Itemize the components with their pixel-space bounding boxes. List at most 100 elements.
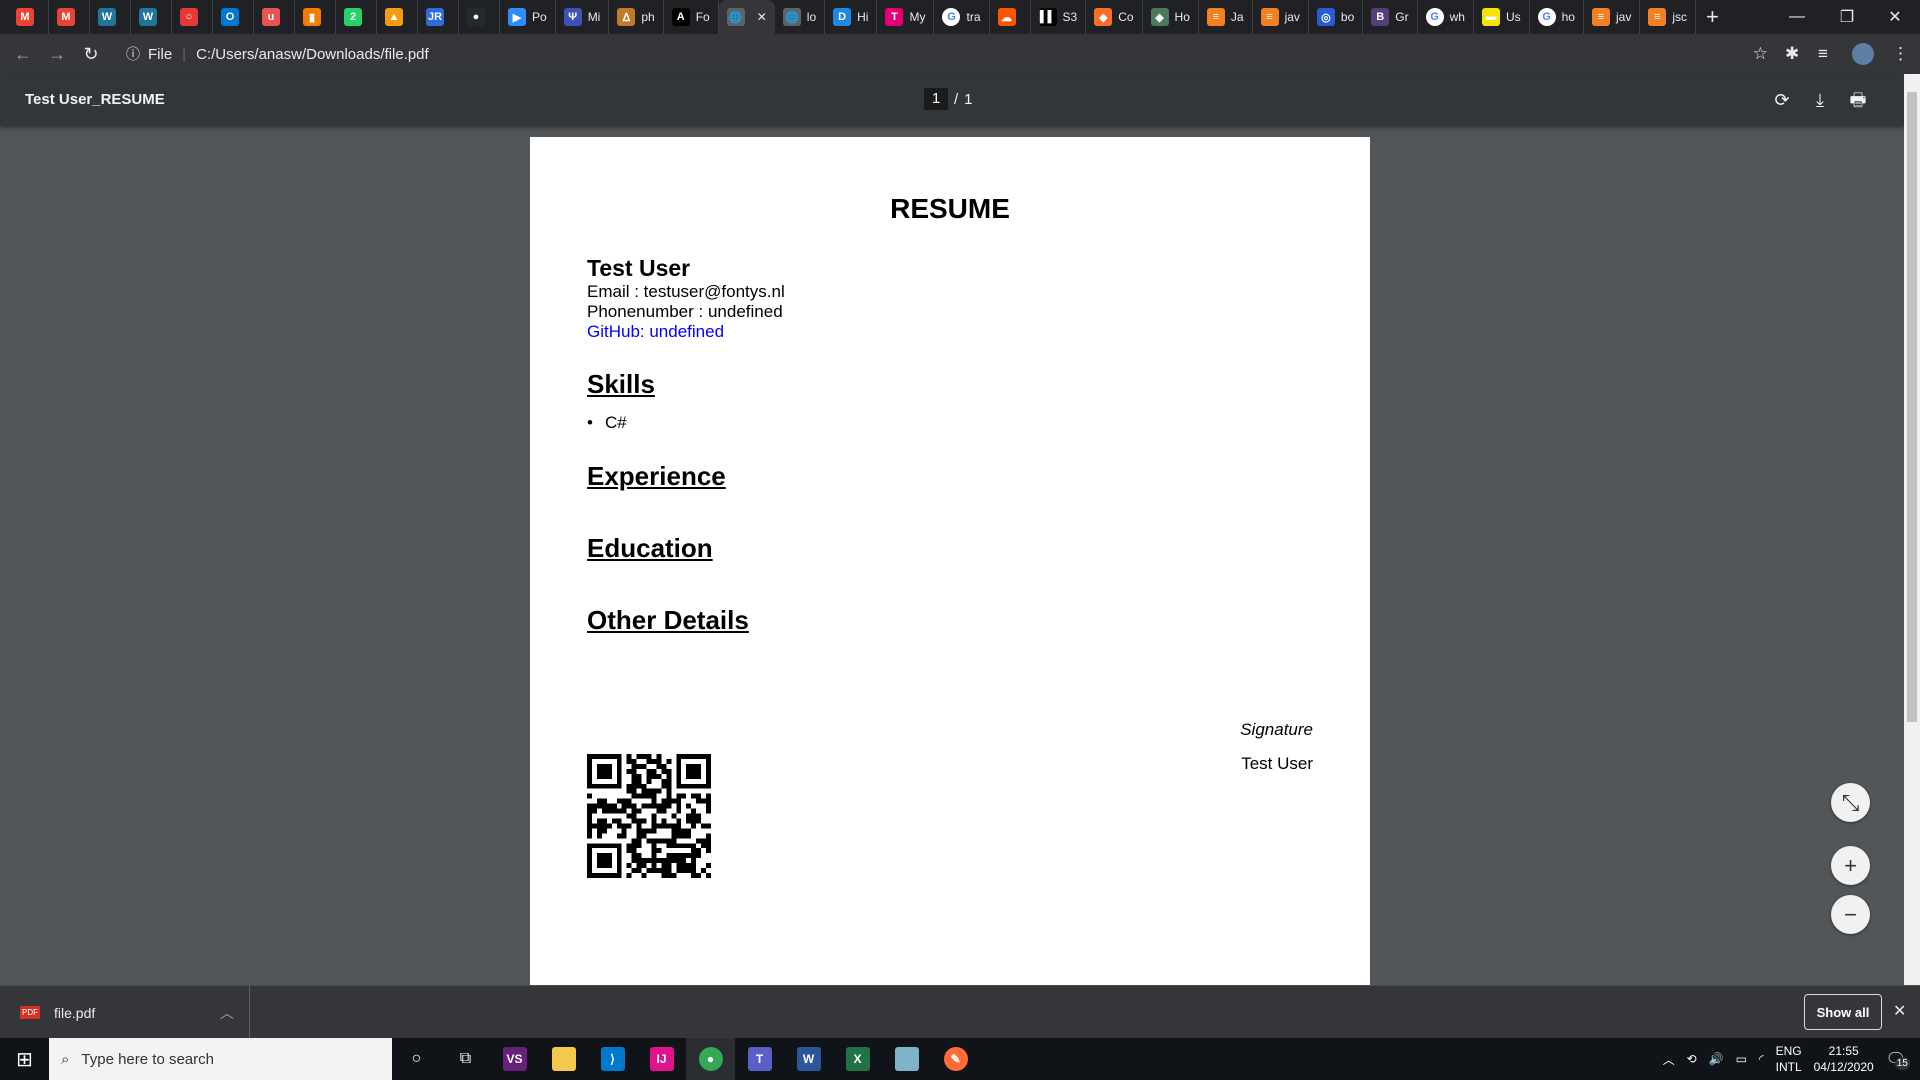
battery-icon[interactable]: ▭ bbox=[1736, 1052, 1747, 1066]
page-number-input[interactable]: 1 bbox=[924, 88, 948, 110]
browser-tab[interactable]: Gtra bbox=[934, 0, 990, 34]
lang-line-2: INTL bbox=[1775, 1060, 1802, 1074]
browser-tab[interactable]: ≡ jav bbox=[1253, 0, 1309, 34]
info-icon[interactable]: ⓘ bbox=[126, 44, 140, 64]
github-link[interactable]: GitHub: undefined bbox=[587, 322, 724, 342]
cortana-icon[interactable]: ○ bbox=[392, 1038, 441, 1080]
browser-tab[interactable]: M bbox=[49, 0, 90, 34]
minimize-button[interactable]: — bbox=[1774, 0, 1820, 34]
browser-tab[interactable]: ▲ bbox=[377, 0, 418, 34]
chrome-icon[interactable]: ● bbox=[686, 1038, 735, 1080]
scrollbar[interactable] bbox=[1904, 74, 1920, 985]
windows-start-icon[interactable]: ⊞ bbox=[0, 1047, 49, 1072]
browser-tab[interactable]: JR bbox=[418, 0, 459, 34]
download-item[interactable]: PDF file.pdf ︿ bbox=[0, 986, 250, 1039]
volume-icon[interactable]: 🔊 bbox=[1709, 1052, 1724, 1066]
close-tab-icon[interactable]: ✕ bbox=[757, 10, 767, 24]
browser-tab[interactable]: ◈ Ho bbox=[1143, 0, 1199, 34]
browser-tab[interactable]: ○ bbox=[172, 0, 213, 34]
browser-tab[interactable]: ▮ bbox=[295, 0, 336, 34]
download-filename: file.pdf bbox=[54, 1004, 96, 1021]
file-explorer-icon[interactable] bbox=[539, 1038, 588, 1080]
new-tab-button[interactable]: + bbox=[1696, 4, 1729, 30]
tab-label: jav bbox=[1615, 10, 1632, 24]
browser-tab[interactable]: ☁ bbox=[990, 0, 1031, 34]
sync-icon[interactable]: ⟲ bbox=[1687, 1052, 1697, 1066]
word-icon[interactable]: W bbox=[784, 1038, 833, 1080]
close-downloads-icon[interactable]: ✕ bbox=[1893, 1001, 1906, 1021]
zoom-in-button[interactable]: + bbox=[1831, 846, 1870, 885]
browser-tab[interactable]: ◎ bo bbox=[1309, 0, 1364, 34]
browser-tab[interactable]: Ψ Mi bbox=[556, 0, 610, 34]
browser-tab[interactable]: ▶ Po bbox=[500, 0, 556, 34]
notification-icon[interactable]: 🗨15 bbox=[1886, 1049, 1910, 1070]
chevron-up-icon[interactable]: ︿ bbox=[1663, 1051, 1675, 1068]
vscode-icon[interactable]: ⟩ bbox=[588, 1038, 637, 1080]
stackoverflow-icon: ≡ bbox=[1206, 8, 1225, 26]
chevron-up-icon[interactable]: ︿ bbox=[220, 1003, 234, 1023]
browser-tab[interactable]: ▌▌ S3 bbox=[1031, 0, 1087, 34]
browser-tab[interactable]: ≡ jsc bbox=[1640, 0, 1696, 34]
back-button[interactable]: ← bbox=[6, 44, 40, 65]
browser-tab[interactable]: ≡ Ja bbox=[1199, 0, 1253, 34]
browser-tab[interactable]: ● bbox=[459, 0, 500, 34]
reading-list-icon[interactable]: ≡ bbox=[1818, 44, 1828, 64]
restore-button[interactable]: ❐ bbox=[1824, 0, 1870, 34]
forward-button[interactable]: → bbox=[40, 44, 74, 65]
taskbar-search-input[interactable]: ⌕ Type here to search bbox=[49, 1038, 392, 1080]
browser-tab[interactable]: M bbox=[8, 0, 49, 34]
show-all-button[interactable]: Show all bbox=[1804, 994, 1882, 1030]
telekom-icon: T bbox=[885, 8, 904, 26]
postman-icon[interactable]: ✎ bbox=[931, 1038, 980, 1080]
browser-tab[interactable]: 🌐 lo bbox=[775, 0, 826, 34]
scrollbar-thumb[interactable] bbox=[1907, 92, 1917, 722]
clock[interactable]: 21:55 04/12/2020 bbox=[1814, 1043, 1874, 1075]
yellow-icon: ▬ bbox=[1481, 8, 1500, 26]
notes-icon[interactable] bbox=[882, 1038, 931, 1080]
udemy-icon: u bbox=[262, 8, 280, 26]
close-window-button[interactable]: ✕ bbox=[1872, 0, 1918, 34]
print-icon[interactable]: 🖶 bbox=[1844, 86, 1872, 114]
browser-tab[interactable]: Gho bbox=[1530, 0, 1584, 34]
visual-studio-icon[interactable]: VS bbox=[490, 1038, 539, 1080]
reload-button[interactable]: ↻ bbox=[74, 44, 108, 65]
page-indicator: 1 / 1 bbox=[924, 88, 973, 110]
browser-tab[interactable]: ≡ jav bbox=[1584, 0, 1641, 34]
intellij-icon[interactable]: IJ bbox=[637, 1038, 686, 1080]
excel-icon[interactable]: X bbox=[833, 1038, 882, 1080]
wordpress-icon: W bbox=[98, 8, 116, 26]
extensions-icon[interactable]: ✱ bbox=[1785, 44, 1799, 64]
language-indicator[interactable]: ENG INTL bbox=[1776, 1043, 1802, 1075]
resume-heading: RESUME bbox=[890, 193, 1010, 224]
teams-icon[interactable]: T bbox=[735, 1038, 784, 1080]
stackoverflow-icon: ≡ bbox=[1260, 8, 1279, 26]
browser-tab[interactable]: 2 bbox=[336, 0, 377, 34]
browser-tab[interactable]: W bbox=[131, 0, 172, 34]
browser-tab[interactable]: A Fo bbox=[664, 0, 719, 34]
browser-tab[interactable]: W bbox=[90, 0, 131, 34]
download-icon[interactable]: ⤓ bbox=[1806, 86, 1834, 114]
fit-page-button[interactable]: ⤡ bbox=[1831, 783, 1870, 822]
clock-date: 04/12/2020 bbox=[1813, 1060, 1874, 1074]
tab-label: Po bbox=[532, 10, 547, 24]
menu-icon[interactable]: ⋮ bbox=[1892, 44, 1909, 64]
browser-tab[interactable]: Gwh bbox=[1418, 0, 1474, 34]
browser-tab[interactable]: ▬ Us bbox=[1474, 0, 1530, 34]
browser-tab[interactable]: ◆ Co bbox=[1086, 0, 1143, 34]
url-input[interactable]: ⓘ File | C:/Users/anasw/Downloads/file.p… bbox=[118, 38, 1778, 70]
browser-tab[interactable]: 🌐 ✕ bbox=[718, 0, 775, 34]
browser-tab[interactable]: u bbox=[254, 0, 295, 34]
browser-tab[interactable]: ᐃ ph bbox=[609, 0, 664, 34]
bookmark-star-icon[interactable]: ☆ bbox=[1753, 44, 1768, 64]
browser-tab[interactable]: T My bbox=[877, 0, 935, 34]
rotate-icon[interactable]: ⟳ bbox=[1768, 86, 1796, 114]
pdf-title: Test User_RESUME bbox=[25, 91, 165, 108]
wifi-icon[interactable]: ◜ bbox=[1759, 1052, 1764, 1066]
browser-tab[interactable]: B Gr bbox=[1363, 0, 1418, 34]
profile-avatar[interactable] bbox=[1852, 43, 1874, 65]
angular-icon: A bbox=[671, 8, 690, 26]
zoom-out-button[interactable]: − bbox=[1831, 895, 1870, 934]
browser-tab[interactable]: D Hi bbox=[825, 0, 878, 34]
browser-tab[interactable]: O bbox=[213, 0, 254, 34]
task-view-icon[interactable]: ⧉ bbox=[441, 1038, 490, 1080]
